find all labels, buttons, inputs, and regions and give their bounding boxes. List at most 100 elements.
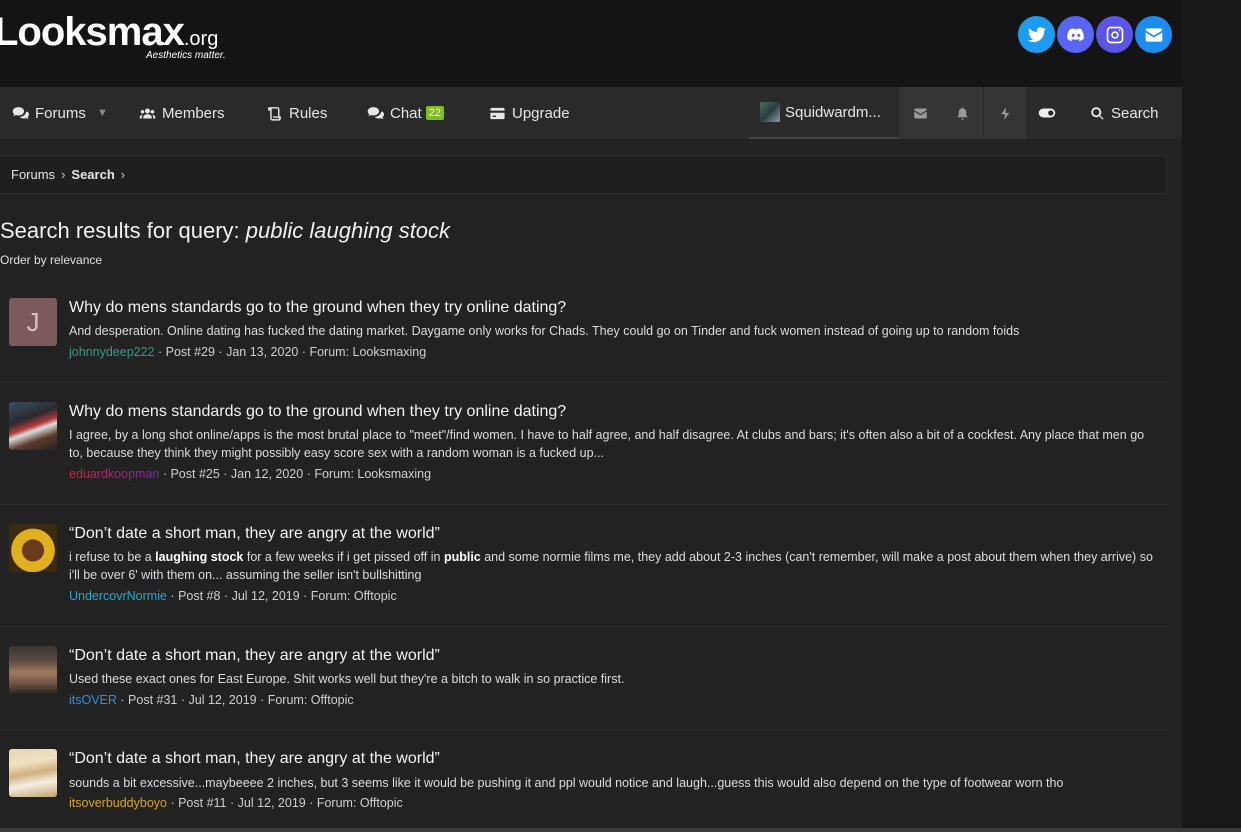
result-meta: itsOVER · Post #31 · Jul 12, 2019 · Foru… [69, 693, 354, 707]
result-snippet: Used these exact ones for East Europe. S… [69, 672, 625, 686]
nav-upgrade-label: Upgrade [512, 104, 570, 122]
avatar[interactable]: J [9, 298, 57, 346]
comments-icon [12, 106, 29, 119]
result-post: Post #31 [128, 693, 178, 707]
whats-new-button[interactable] [984, 87, 1026, 139]
nav-search[interactable]: Search [1090, 87, 1159, 139]
list-item: Why do mens standards go to the ground w… [0, 383, 1168, 505]
email-icon[interactable] [1135, 16, 1172, 53]
bolt-icon [1000, 106, 1009, 120]
result-post: Post #8 [178, 589, 221, 603]
nav-forums-label: Forums [35, 104, 86, 122]
result-meta: johnnydeep222 · Post #29 · Jan 13, 2020 … [69, 345, 427, 359]
result-snippet: i refuse to be a laughing stock for a fe… [69, 548, 1159, 584]
toggle-icon [1038, 108, 1056, 118]
nav-rules[interactable]: Rules [266, 87, 327, 139]
result-post: Post #29 [165, 345, 215, 359]
horizontal-scrollbar[interactable] [0, 828, 1241, 832]
result-forum[interactable]: Forum: Looksmaxing [309, 345, 426, 359]
list-item: “Don’t date a short man, they are angry … [0, 627, 1168, 730]
logo-tagline: Aesthetics matter. [146, 50, 226, 61]
result-title[interactable]: “Don’t date a short man, they are angry … [69, 525, 440, 543]
breadcrumb-forums[interactable]: Forums [11, 167, 55, 182]
breadcrumb-search[interactable]: Search [71, 167, 114, 182]
chevron-right-icon: › [61, 167, 66, 182]
snippet-highlight: laughing stock [155, 550, 244, 564]
avatar[interactable] [9, 749, 57, 797]
twitter-icon[interactable] [1018, 16, 1055, 53]
envelope-icon [913, 108, 927, 118]
search-icon [1091, 106, 1104, 120]
list-item: J Why do mens standards go to the ground… [0, 283, 1168, 383]
order-by-link[interactable]: Order by relevance [0, 253, 102, 267]
theme-toggle[interactable] [1026, 87, 1068, 139]
users-icon [139, 108, 156, 118]
nav-chat-label: Chat [390, 104, 422, 122]
snippet-text: i refuse to be a [69, 550, 156, 564]
avatar [760, 102, 780, 122]
avatar[interactable] [9, 646, 57, 694]
alerts-button[interactable] [941, 87, 983, 139]
nav-members-label: Members [162, 104, 225, 122]
result-author[interactable]: itsOVER [69, 693, 117, 707]
result-title[interactable]: “Don’t date a short man, they are angry … [69, 647, 440, 665]
result-post: Post #11 [178, 796, 227, 810]
result-date: Jul 12, 2019 [231, 589, 300, 603]
result-title[interactable]: “Don’t date a short man, they are angry … [69, 750, 440, 768]
scroll-icon [268, 106, 281, 121]
result-meta: itsoverbuddyboyo · Post #11 · Jul 12, 20… [69, 796, 403, 810]
chat-count-badge: 22 [425, 106, 444, 120]
discord-icon[interactable] [1057, 16, 1094, 53]
username: Squidwardm... [785, 103, 881, 121]
list-item: “Don’t date a short man, they are angry … [0, 505, 1168, 627]
result-author[interactable]: UndercovrNormie [69, 589, 167, 603]
title-prefix: Search results for query: [0, 218, 240, 243]
result-forum[interactable]: Forum: Offtopic [268, 693, 354, 707]
snippet-highlight: public [443, 550, 481, 564]
user-menu[interactable]: Squidwardm... [749, 87, 899, 139]
snippet-text: for a few weeks if i get pissed off in [243, 550, 444, 564]
nav-members[interactable]: Members [139, 87, 225, 139]
nav-rules-label: Rules [289, 104, 328, 122]
nav-search-label: Search [1111, 104, 1159, 122]
result-author[interactable]: itsoverbuddyboyo [69, 796, 167, 810]
result-snippet: sounds a bit excessive...maybeeee 2 inch… [69, 776, 1064, 790]
logo-text: Looksmax [0, 10, 185, 54]
main-nav: Forums ▼ Members Rules Chat 22 Upgrade S… [0, 87, 1182, 139]
nav-upgrade[interactable]: Upgrade [489, 87, 570, 139]
result-date: Jul 12, 2019 [237, 796, 306, 810]
site-header: Looksmax.org Aesthetics matter. [0, 0, 1182, 87]
chevron-down-icon[interactable]: ▼ [97, 87, 108, 139]
nav-forums[interactable]: Forums [12, 87, 86, 139]
bell-icon [957, 106, 967, 120]
inbox-button[interactable] [899, 87, 941, 139]
result-date: Jul 12, 2019 [188, 693, 257, 707]
nav-chat[interactable]: Chat 22 [367, 87, 444, 139]
result-meta: eduardkoopman · Post #25 · Jan 12, 2020 … [69, 467, 432, 481]
search-query: public laughing stock [245, 218, 451, 243]
avatar[interactable] [9, 402, 57, 450]
result-author[interactable]: eduardkoopman [69, 467, 159, 481]
instagram-icon[interactable] [1096, 16, 1133, 53]
logo-tld: .org [183, 28, 219, 50]
list-item: “Don’t date a short man, they are angry … [0, 730, 1168, 830]
result-forum[interactable]: Forum: Looksmaxing [314, 467, 431, 481]
result-title[interactable]: Why do mens standards go to the ground w… [69, 299, 566, 317]
page-title: Search results for query: public laughin… [0, 218, 450, 244]
result-snippet: I agree, by a long shot online/apps is t… [69, 428, 1145, 460]
result-date: Jan 13, 2020 [226, 345, 299, 359]
result-forum[interactable]: Forum: Offtopic [317, 796, 403, 810]
result-meta: UndercovrNormie · Post #8 · Jul 12, 2019… [69, 589, 397, 603]
avatar[interactable] [9, 524, 57, 572]
page: Looksmax.org Aesthetics matter. Forums ▼… [0, 0, 1182, 832]
breadcrumb: Forums › Search › [0, 155, 1167, 194]
result-forum[interactable]: Forum: Offtopic [311, 589, 397, 603]
credit-card-icon [490, 107, 505, 119]
chat-icon [367, 106, 384, 119]
result-snippet: And desperation. Online dating has fucke… [69, 324, 1020, 338]
chevron-right-icon: › [120, 167, 126, 182]
result-author[interactable]: johnnydeep222 [69, 345, 155, 359]
site-logo[interactable]: Looksmax.org Aesthetics matter. [0, 10, 226, 61]
result-title[interactable]: Why do mens standards go to the ground w… [69, 403, 566, 421]
result-date: Jan 12, 2020 [230, 467, 304, 481]
